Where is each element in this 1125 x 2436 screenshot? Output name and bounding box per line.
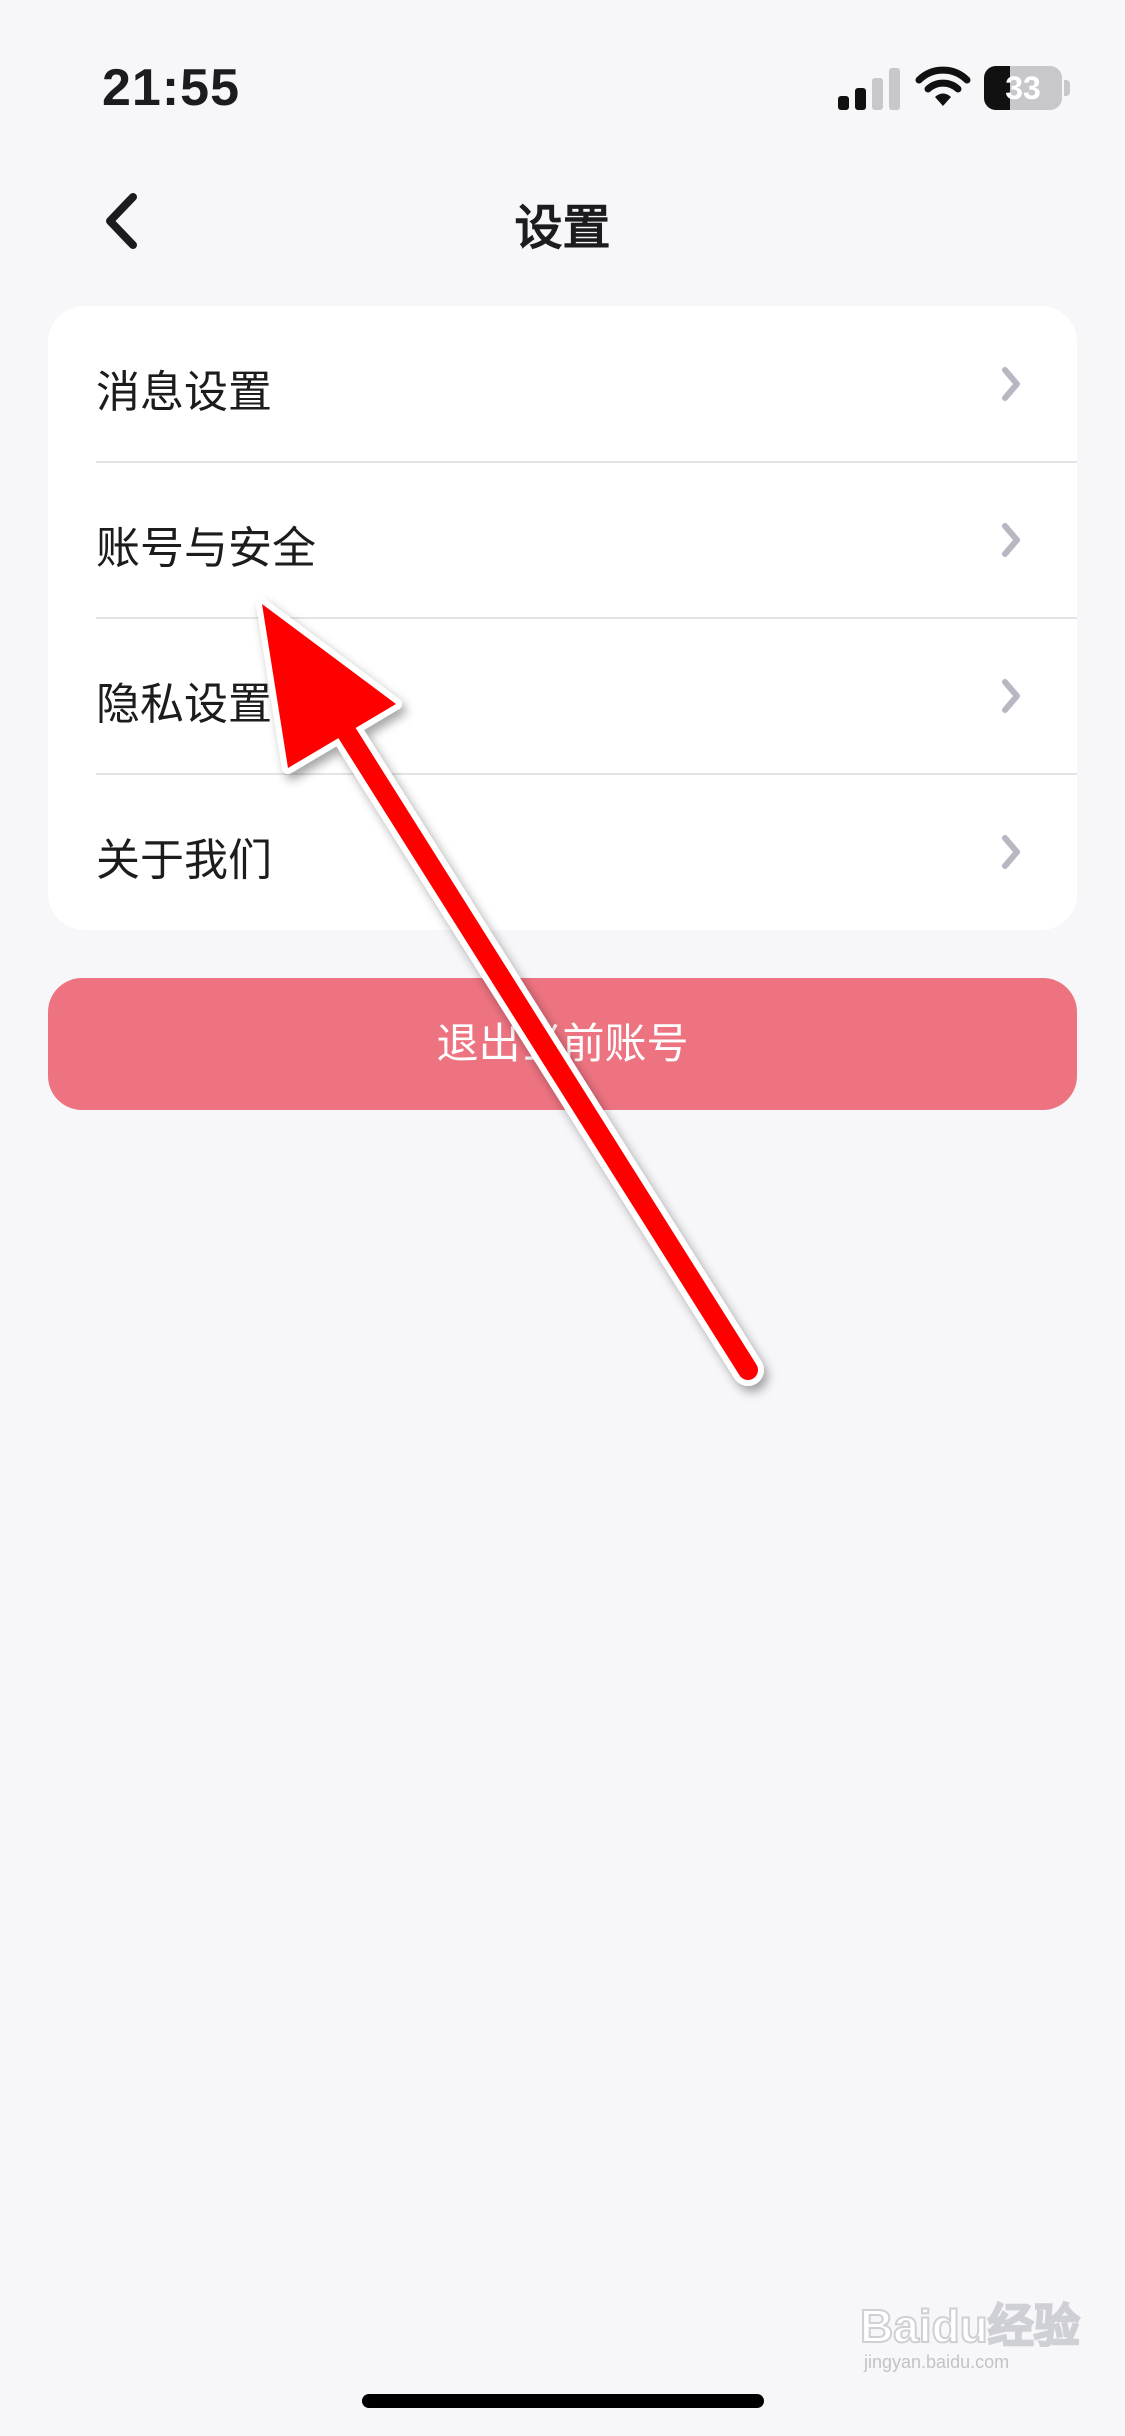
settings-item-label: 关于我们 bbox=[96, 835, 272, 886]
battery-body: 33 bbox=[984, 66, 1062, 110]
chevron-right-icon bbox=[1002, 367, 1020, 401]
wifi-icon bbox=[915, 66, 971, 106]
home-indicator[interactable] bbox=[362, 2394, 764, 2408]
settings-item-label: 账号与安全 bbox=[96, 523, 316, 574]
settings-item-label: 隐私设置 bbox=[96, 679, 272, 730]
watermark: Baidu经验 jingyan.baidu.com bbox=[859, 2290, 1090, 2390]
settings-item-label: 消息设置 bbox=[96, 367, 272, 418]
status-time: 21:55 bbox=[102, 59, 240, 117]
nav-bar: 设置 bbox=[0, 170, 1125, 270]
battery-level: 33 bbox=[1005, 70, 1041, 106]
logout-button[interactable]: 退出当前账号 bbox=[48, 978, 1077, 1110]
battery-cap bbox=[1064, 80, 1070, 96]
battery-icon: 33 bbox=[984, 66, 1070, 110]
settings-item-about[interactable]: 关于我们 bbox=[48, 774, 1077, 930]
page-title: 设置 bbox=[514, 200, 611, 256]
chevron-right-icon bbox=[1002, 679, 1020, 713]
chevron-right-icon bbox=[1002, 835, 1020, 869]
chevron-right-icon bbox=[1002, 523, 1020, 557]
settings-item-privacy[interactable]: 隐私设置 bbox=[48, 618, 1077, 774]
settings-item-account-security[interactable]: 账号与安全 bbox=[48, 462, 1077, 618]
settings-list: 消息设置 账号与安全 隐私设置 关于我们 bbox=[48, 306, 1077, 930]
signal-icon bbox=[838, 68, 900, 110]
status-bar: 21:55 33 bbox=[0, 0, 1125, 180]
settings-item-message[interactable]: 消息设置 bbox=[48, 306, 1077, 462]
watermark-site: jingyan.baidu.com bbox=[864, 2352, 1010, 2372]
watermark-brand: Baidu经验 bbox=[859, 2299, 1081, 2353]
